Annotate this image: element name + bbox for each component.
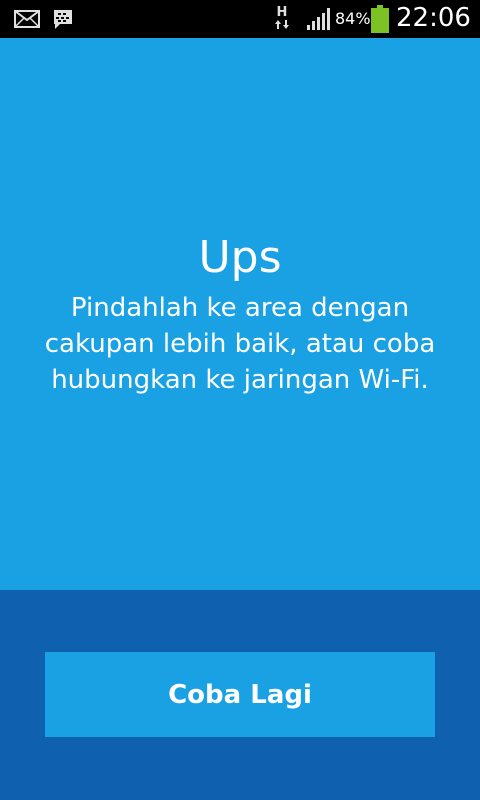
battery-icon	[371, 5, 389, 33]
svg-text:H: H	[277, 5, 288, 20]
action-panel: Coba Lagi	[0, 590, 480, 800]
retry-button[interactable]: Coba Lagi	[45, 652, 435, 737]
status-bar: H 84% 22:06	[0, 0, 480, 38]
error-message: Ups Pindahlah ke area dengan cakupan leb…	[0, 228, 480, 398]
bbm-icon	[52, 8, 74, 30]
error-description: Pindahlah ke area dengan cakupan lebih b…	[44, 293, 436, 395]
mail-icon	[14, 10, 40, 28]
error-title: Ups	[198, 232, 282, 283]
network-type-icon: H	[274, 4, 290, 32]
clock: 22:06	[396, 3, 471, 33]
signal-icon	[306, 7, 332, 31]
battery-percent: 84%	[335, 9, 371, 28]
offline-screen: H 84% 22:06 Ups Pindahlah ke area dengan…	[0, 0, 480, 800]
